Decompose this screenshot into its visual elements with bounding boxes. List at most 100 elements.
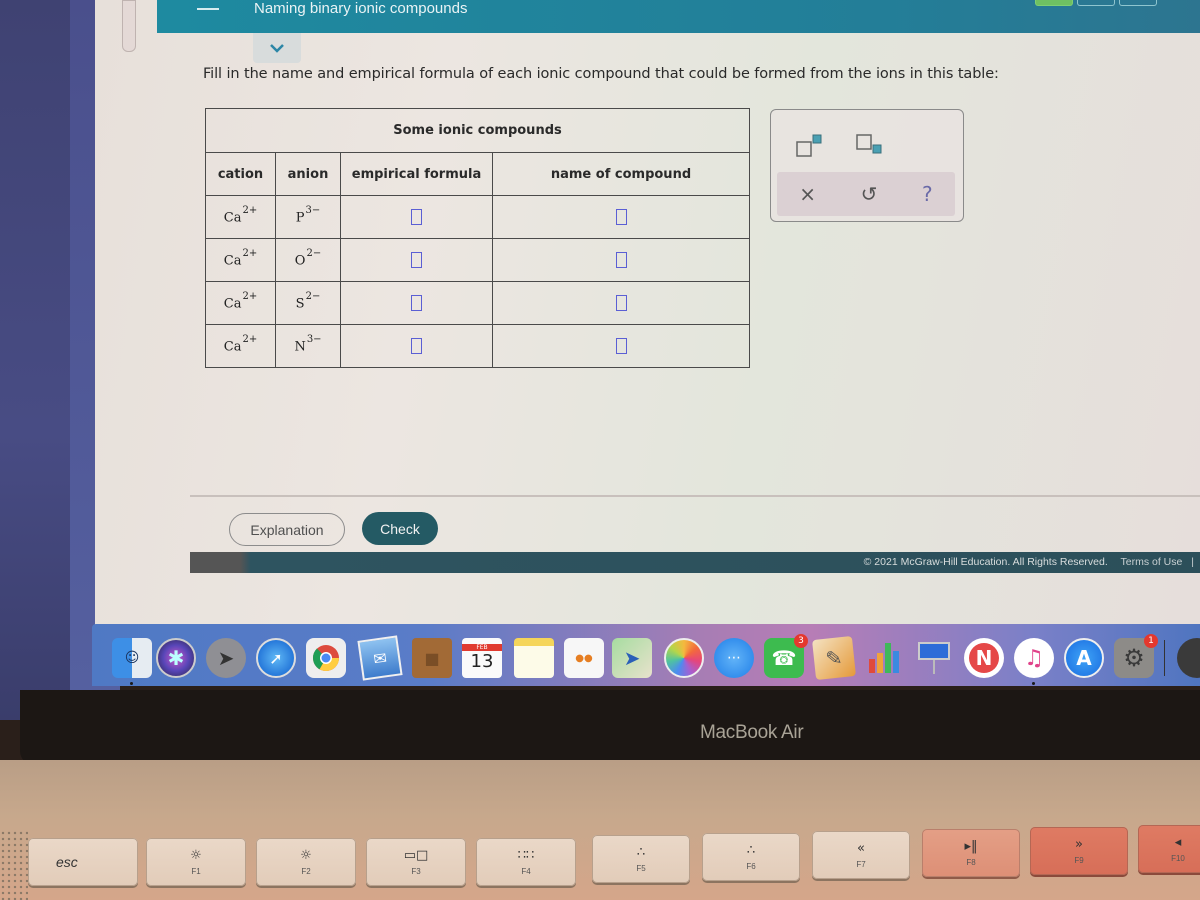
ion-symbol: N <box>294 339 306 355</box>
launchpad-icon: ∷∷ <box>517 847 535 863</box>
dock-notes[interactable] <box>514 638 554 678</box>
key-f9[interactable]: » F9 <box>1030 827 1128 875</box>
brightness-up-icon: ☼ <box>300 847 312 863</box>
keyboard-light-down-icon: ∴ <box>636 844 646 860</box>
clear-button[interactable]: × <box>799 182 816 206</box>
scroll-handle[interactable] <box>122 0 136 52</box>
dock-music[interactable]: ♫ <box>1014 638 1054 678</box>
mail-stamp-icon: ✉ <box>372 647 388 669</box>
key-f2[interactable]: ☼ F2 <box>256 838 356 886</box>
cation-ion: Ca2+ <box>224 334 257 354</box>
dock-app-store[interactable]: A <box>1064 638 1104 678</box>
reminders-icon: ●● <box>575 652 593 664</box>
undo-button[interactable]: ↺ <box>861 182 878 206</box>
dock-safari[interactable]: ➚ <box>256 638 296 678</box>
ion-charge: 2− <box>305 291 321 303</box>
key-f6[interactable]: ∴ F6 <box>702 833 800 881</box>
dock-system-preferences[interactable]: ⚙ 1 <box>1114 634 1158 678</box>
key-label: F1 <box>191 866 201 876</box>
ionic-compounds-table: Some ionic compounds cation anion empiri… <box>205 108 750 368</box>
empirical-formula-input[interactable] <box>411 338 422 354</box>
compound-name-cell <box>492 324 750 368</box>
dock-launchpad[interactable]: ➤ <box>206 638 246 678</box>
subscript-button[interactable] <box>855 133 885 159</box>
compass-icon: ➚ <box>269 648 283 668</box>
dock-contacts[interactable]: ■ <box>412 638 452 678</box>
key-f10[interactable]: ◂ F10 <box>1138 825 1200 873</box>
key-f7[interactable]: « F7 <box>812 831 910 879</box>
explanation-button[interactable]: Explanation <box>229 513 345 546</box>
key-label: F5 <box>636 863 646 873</box>
key-f5[interactable]: ∴ F5 <box>592 835 690 883</box>
device-label: MacBook Air <box>700 722 804 743</box>
anion-cell: S2− <box>275 281 341 325</box>
cation-cell: Ca2+ <box>205 195 276 239</box>
dock-calendar[interactable]: FEB 13 <box>462 638 502 678</box>
empirical-formula-input[interactable] <box>411 209 422 225</box>
assignment-header: Naming binary ionic compounds <box>157 0 1200 33</box>
menu-dash-icon[interactable] <box>197 8 219 10</box>
compound-name-input[interactable] <box>615 338 627 354</box>
messages-icon: ⋯ <box>727 650 741 666</box>
keynote-icon <box>918 642 950 660</box>
key-f1[interactable]: ☼ F1 <box>146 838 246 886</box>
chrome-icon <box>312 645 340 672</box>
dock-siri[interactable]: ✱ <box>156 638 196 678</box>
dock-maps[interactable]: ➤ <box>612 638 652 678</box>
dock-numbers[interactable] <box>864 638 904 678</box>
column-header-anion: anion <box>275 152 341 196</box>
empirical-formula-input[interactable] <box>411 295 422 311</box>
help-icon: ? <box>922 182 933 206</box>
running-indicator <box>1032 682 1035 685</box>
palette-action-row: × ↺ ? <box>777 172 955 216</box>
fast-forward-icon: » <box>1075 836 1083 852</box>
screen-bezel-bottom <box>20 690 1200 765</box>
dock-finder[interactable]: ☺ <box>112 638 152 678</box>
dock-facetime[interactable]: ☎ 3 <box>764 634 808 678</box>
key-f3[interactable]: ▭□ F3 <box>366 838 466 886</box>
dock-trash-partial[interactable] <box>1177 638 1200 678</box>
dock-news[interactable]: N <box>964 638 1004 678</box>
browser-screen: Naming binary ionic compounds Fill in th… <box>95 0 1200 625</box>
check-button[interactable]: Check <box>362 512 438 545</box>
column-header-name: name of compound <box>492 152 750 196</box>
dock-chrome[interactable] <box>306 638 346 678</box>
calendar-month: FEB <box>462 643 502 651</box>
dock-messages[interactable]: ⋯ <box>714 638 754 678</box>
compound-name-input[interactable] <box>615 295 627 311</box>
dock-mail[interactable]: ✉ <box>357 635 403 681</box>
compound-name-input[interactable] <box>615 209 627 225</box>
facetime-icon: ☎ <box>771 646 797 670</box>
key-label: esc <box>56 854 78 870</box>
key-label: F8 <box>966 857 976 867</box>
cation-cell: Ca2+ <box>205 281 276 325</box>
terms-of-use-link[interactable]: Terms of Use <box>1120 556 1182 568</box>
dock-photos[interactable] <box>664 638 704 678</box>
brightness-down-icon: ☼ <box>190 847 202 863</box>
empirical-formula-cell <box>340 281 493 325</box>
key-esc[interactable]: esc <box>28 838 138 886</box>
dock-reminders[interactable]: ●● <box>564 638 604 678</box>
collapse-button[interactable] <box>253 33 301 63</box>
key-f4[interactable]: ∷∷ F4 <box>476 838 576 886</box>
ion-symbol: P <box>295 210 305 226</box>
superscript-button[interactable] <box>795 133 825 159</box>
compound-name-input[interactable] <box>615 252 627 268</box>
dock-keynote[interactable] <box>914 638 954 678</box>
divider <box>190 495 1200 497</box>
numbers-icon <box>869 643 899 673</box>
cation-cell: Ca2+ <box>205 324 276 368</box>
maps-icon: ➤ <box>623 646 641 670</box>
subscript-icon <box>856 134 882 154</box>
key-label: F3 <box>411 866 421 876</box>
assignment-title: Naming binary ionic compounds <box>254 0 468 17</box>
mute-icon: ◂ <box>1174 834 1182 850</box>
key-f8[interactable]: ▸‖ F8 <box>922 829 1020 877</box>
rewind-icon: « <box>857 840 865 856</box>
ion-charge: 2+ <box>242 291 258 303</box>
keynote-stand <box>933 660 935 674</box>
ion-symbol: Ca <box>223 210 242 226</box>
help-button[interactable]: ? <box>922 182 933 206</box>
empirical-formula-input[interactable] <box>411 252 422 268</box>
dock-pages[interactable]: ✎ <box>812 636 856 680</box>
